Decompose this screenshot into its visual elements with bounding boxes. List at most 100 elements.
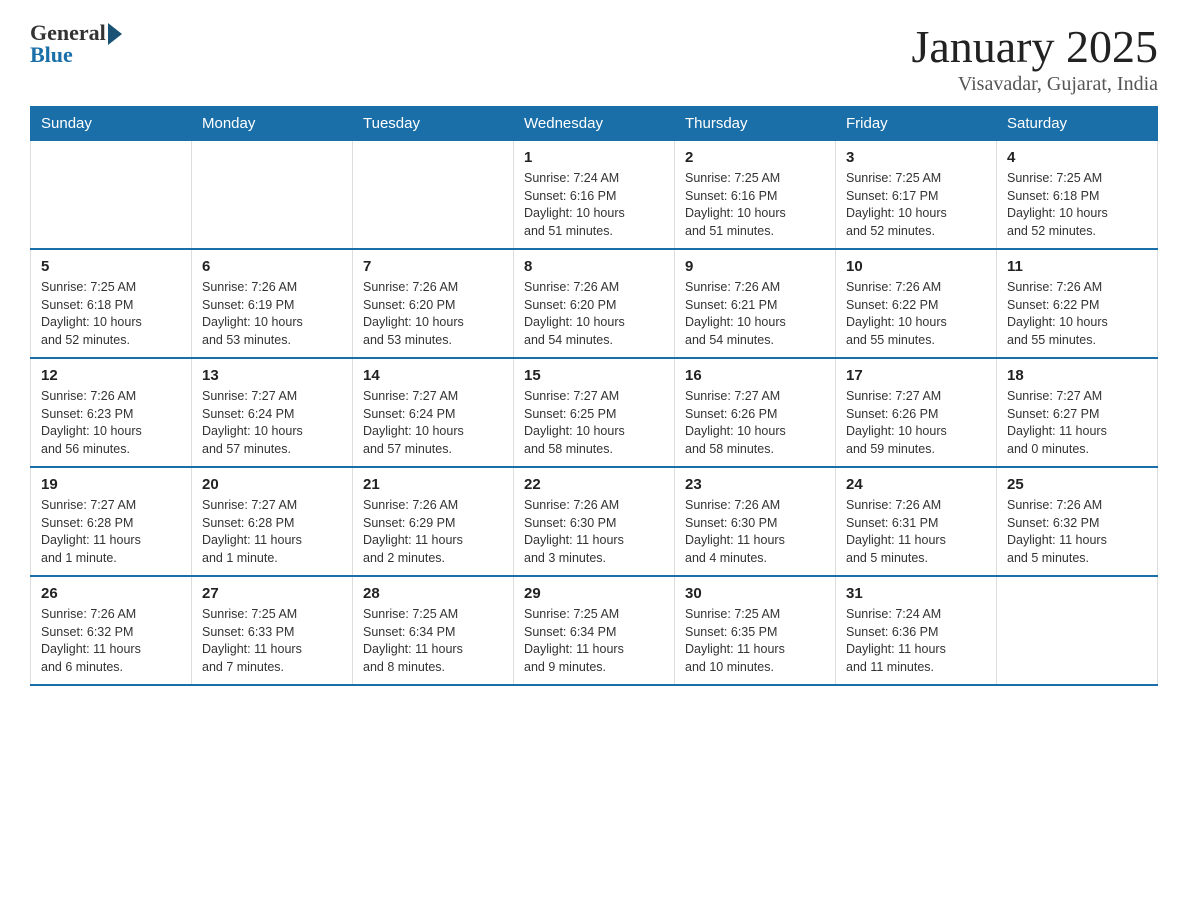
- calendar-cell: 10Sunrise: 7:26 AM Sunset: 6:22 PM Dayli…: [836, 249, 997, 358]
- day-number: 14: [363, 367, 503, 384]
- day-number: 11: [1007, 258, 1147, 275]
- day-info: Sunrise: 7:25 AM Sunset: 6:18 PM Dayligh…: [1007, 170, 1147, 240]
- day-number: 24: [846, 476, 986, 493]
- calendar-cell: 13 Sunrise: 7:27 AM Sunset: 6:24 PM Dayli…: [192, 358, 353, 467]
- calendar-cell: 9 Sunrise: 7:26 AM Sunset: 6:21 PM Daylig…: [675, 249, 836, 358]
- day-number: 15: [524, 367, 664, 384]
- calendar-cell: 27 Sunrise: 7:25 AM Sunset: 6:33 PM Dayli…: [192, 576, 353, 685]
- day-info: Sunrise: 7:26 AM Sunset: 6:32 PM Dayligh…: [1007, 497, 1147, 567]
- weekday-header-friday: Friday: [836, 107, 997, 141]
- calendar-cell: [31, 141, 192, 250]
- day-number: 31: [846, 585, 986, 602]
- weekday-header-monday: Monday: [192, 107, 353, 141]
- day-info: Sunrise: 7:27 AM Sunset: 6:24 PM Dayligh…: [202, 388, 342, 458]
- calendar-cell: 4 Sunrise: 7:25 AM Sunset: 6:18 PM Daylig…: [997, 141, 1158, 250]
- day-info: Sunrise: 7:27 AM Sunset: 6:25 PM Dayligh…: [524, 388, 664, 458]
- day-number: 10: [846, 258, 986, 275]
- calendar-week-1: 1 Sunrise: 7:24 AM Sunset: 6:16 PM Daylig…: [31, 141, 1158, 250]
- day-number: 27: [202, 585, 342, 602]
- calendar-cell: 26 Sunrise: 7:26 AM Sunset: 6:32 PM Dayli…: [31, 576, 192, 685]
- day-number: 29: [524, 585, 664, 602]
- day-number: 17: [846, 367, 986, 384]
- day-number: 19: [41, 476, 181, 493]
- calendar-cell: 14 Sunrise: 7:27 AM Sunset: 6:24 PM Dayli…: [353, 358, 514, 467]
- day-number: 28: [363, 585, 503, 602]
- calendar-cell: 19 Sunrise: 7:27 AM Sunset: 6:28 PM Dayli…: [31, 467, 192, 576]
- day-info: Sunrise: 7:26 AM Sunset: 6:22 PM Dayligh…: [1007, 279, 1147, 349]
- day-info: Sunrise: 7:26 AM Sunset: 6:32 PM Dayligh…: [41, 606, 181, 676]
- day-number: 26: [41, 585, 181, 602]
- weekday-header-tuesday: Tuesday: [353, 107, 514, 141]
- day-info: Sunrise: 7:26 AM Sunset: 6:31 PM Dayligh…: [846, 497, 986, 567]
- day-info: Sunrise: 7:25 AM Sunset: 6:16 PM Dayligh…: [685, 170, 825, 240]
- calendar-cell: 16Sunrise: 7:27 AM Sunset: 6:26 PM Dayli…: [675, 358, 836, 467]
- calendar-week-4: 19 Sunrise: 7:27 AM Sunset: 6:28 PM Dayli…: [31, 467, 1158, 576]
- calendar-cell: 7 Sunrise: 7:26 AM Sunset: 6:20 PM Daylig…: [353, 249, 514, 358]
- calendar-table: SundayMondayTuesdayWednesdayThursdayFrid…: [30, 106, 1158, 686]
- day-number: 18: [1007, 367, 1147, 384]
- calendar-cell: [353, 141, 514, 250]
- calendar-week-2: 5Sunrise: 7:25 AM Sunset: 6:18 PM Daylig…: [31, 249, 1158, 358]
- day-info: Sunrise: 7:26 AM Sunset: 6:19 PM Dayligh…: [202, 279, 342, 349]
- day-info: Sunrise: 7:26 AM Sunset: 6:30 PM Dayligh…: [685, 497, 825, 567]
- day-number: 9: [685, 258, 825, 275]
- calendar-cell: 25 Sunrise: 7:26 AM Sunset: 6:32 PM Dayli…: [997, 467, 1158, 576]
- day-info: Sunrise: 7:25 AM Sunset: 6:33 PM Dayligh…: [202, 606, 342, 676]
- day-number: 8: [524, 258, 664, 275]
- day-number: 3: [846, 149, 986, 166]
- day-info: Sunrise: 7:26 AM Sunset: 6:30 PM Dayligh…: [524, 497, 664, 567]
- day-number: 7: [363, 258, 503, 275]
- day-number: 25: [1007, 476, 1147, 493]
- day-info: Sunrise: 7:26 AM Sunset: 6:29 PM Dayligh…: [363, 497, 503, 567]
- calendar-cell: 20 Sunrise: 7:27 AM Sunset: 6:28 PM Dayli…: [192, 467, 353, 576]
- calendar-cell: 6Sunrise: 7:26 AM Sunset: 6:19 PM Daylig…: [192, 249, 353, 358]
- calendar-cell: 22 Sunrise: 7:26 AM Sunset: 6:30 PM Dayli…: [514, 467, 675, 576]
- calendar-cell: 2 Sunrise: 7:25 AM Sunset: 6:16 PM Daylig…: [675, 141, 836, 250]
- day-number: 1: [524, 149, 664, 166]
- day-number: 20: [202, 476, 342, 493]
- logo-blue-text: Blue: [30, 42, 122, 68]
- day-number: 13: [202, 367, 342, 384]
- calendar-cell: 15 Sunrise: 7:27 AM Sunset: 6:25 PM Dayli…: [514, 358, 675, 467]
- calendar-cell: 29 Sunrise: 7:25 AM Sunset: 6:34 PM Dayli…: [514, 576, 675, 685]
- calendar-cell: 24 Sunrise: 7:26 AM Sunset: 6:31 PM Dayli…: [836, 467, 997, 576]
- calendar-cell: 11 Sunrise: 7:26 AM Sunset: 6:22 PM Dayli…: [997, 249, 1158, 358]
- calendar-cell: 18Sunrise: 7:27 AM Sunset: 6:27 PM Dayli…: [997, 358, 1158, 467]
- title-block: January 2025 Visavadar, Gujarat, India: [911, 20, 1158, 96]
- day-info: Sunrise: 7:27 AM Sunset: 6:24 PM Dayligh…: [363, 388, 503, 458]
- calendar-cell: 30 Sunrise: 7:25 AM Sunset: 6:35 PM Dayli…: [675, 576, 836, 685]
- calendar-cell: 3Sunrise: 7:25 AM Sunset: 6:17 PM Daylig…: [836, 141, 997, 250]
- calendar-header: SundayMondayTuesdayWednesdayThursdayFrid…: [31, 107, 1158, 141]
- calendar-cell: 12 Sunrise: 7:26 AM Sunset: 6:23 PM Dayli…: [31, 358, 192, 467]
- day-info: Sunrise: 7:27 AM Sunset: 6:28 PM Dayligh…: [202, 497, 342, 567]
- day-info: Sunrise: 7:26 AM Sunset: 6:23 PM Dayligh…: [41, 388, 181, 458]
- day-info: Sunrise: 7:24 AM Sunset: 6:16 PM Dayligh…: [524, 170, 664, 240]
- day-number: 12: [41, 367, 181, 384]
- day-number: 16: [685, 367, 825, 384]
- day-number: 30: [685, 585, 825, 602]
- day-info: Sunrise: 7:27 AM Sunset: 6:28 PM Dayligh…: [41, 497, 181, 567]
- day-number: 22: [524, 476, 664, 493]
- calendar-cell: [192, 141, 353, 250]
- calendar-week-3: 12 Sunrise: 7:26 AM Sunset: 6:23 PM Dayli…: [31, 358, 1158, 467]
- location-text: Visavadar, Gujarat, India: [911, 73, 1158, 96]
- day-info: Sunrise: 7:26 AM Sunset: 6:20 PM Dayligh…: [363, 279, 503, 349]
- calendar-body: 1 Sunrise: 7:24 AM Sunset: 6:16 PM Daylig…: [31, 141, 1158, 686]
- calendar-cell: 8 Sunrise: 7:26 AM Sunset: 6:20 PM Daylig…: [514, 249, 675, 358]
- calendar-cell: 17Sunrise: 7:27 AM Sunset: 6:26 PM Dayli…: [836, 358, 997, 467]
- day-number: 2: [685, 149, 825, 166]
- day-info: Sunrise: 7:26 AM Sunset: 6:21 PM Dayligh…: [685, 279, 825, 349]
- day-info: Sunrise: 7:25 AM Sunset: 6:35 PM Dayligh…: [685, 606, 825, 676]
- calendar-cell: 23 Sunrise: 7:26 AM Sunset: 6:30 PM Dayli…: [675, 467, 836, 576]
- calendar-cell: [997, 576, 1158, 685]
- day-info: Sunrise: 7:25 AM Sunset: 6:34 PM Dayligh…: [524, 606, 664, 676]
- calendar-week-5: 26 Sunrise: 7:26 AM Sunset: 6:32 PM Dayli…: [31, 576, 1158, 685]
- day-info: Sunrise: 7:26 AM Sunset: 6:20 PM Dayligh…: [524, 279, 664, 349]
- weekday-header-saturday: Saturday: [997, 107, 1158, 141]
- calendar-cell: 5Sunrise: 7:25 AM Sunset: 6:18 PM Daylig…: [31, 249, 192, 358]
- day-number: 5: [41, 258, 181, 275]
- calendar-cell: 1 Sunrise: 7:24 AM Sunset: 6:16 PM Daylig…: [514, 141, 675, 250]
- day-number: 4: [1007, 149, 1147, 166]
- day-info: Sunrise: 7:24 AM Sunset: 6:36 PM Dayligh…: [846, 606, 986, 676]
- day-number: 23: [685, 476, 825, 493]
